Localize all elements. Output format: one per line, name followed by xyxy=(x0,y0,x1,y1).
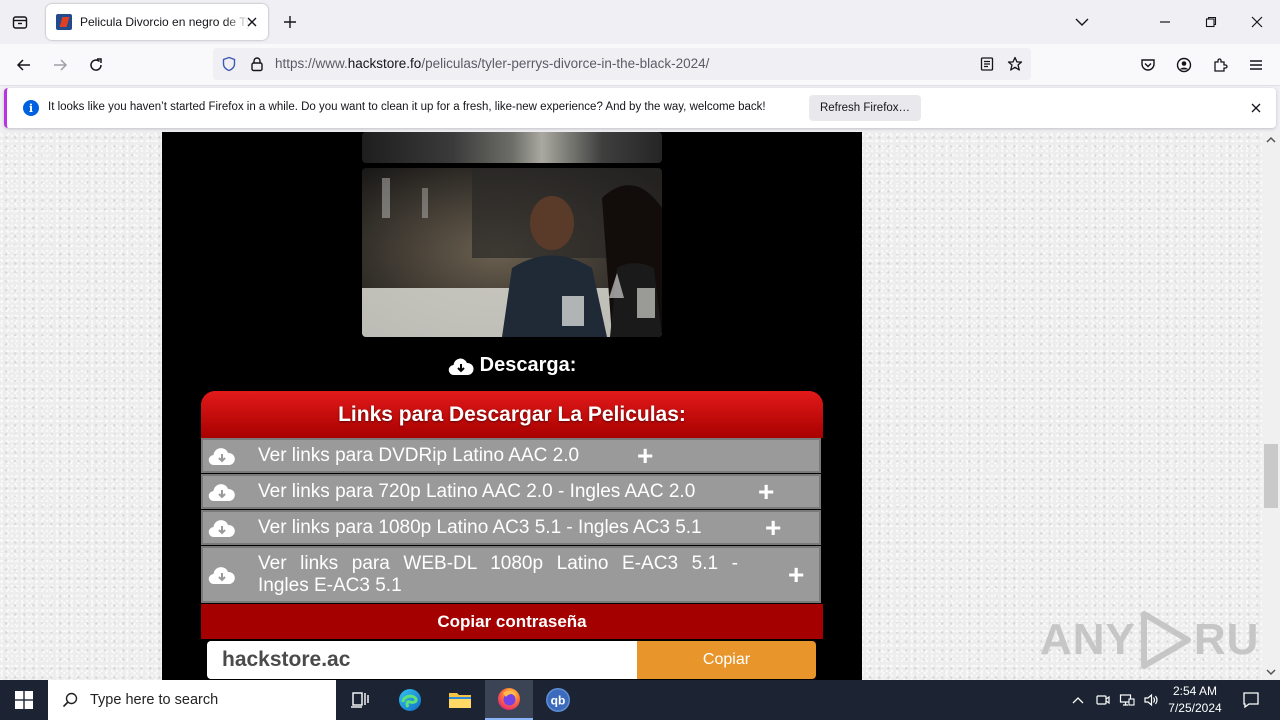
expand-plus-icon[interactable]: + xyxy=(758,478,774,506)
url-bar[interactable]: https://www.hackstore.fo/peliculas/tyler… xyxy=(213,48,1031,80)
close-window-icon[interactable] xyxy=(1234,0,1280,44)
network-icon[interactable] xyxy=(1117,690,1137,710)
minimize-window-icon[interactable] xyxy=(1142,0,1188,44)
url-text[interactable]: https://www.hackstore.fo/peliculas/tyler… xyxy=(275,56,709,71)
windows-start-icon[interactable] xyxy=(0,680,48,720)
expand-plus-icon[interactable]: + xyxy=(637,442,653,470)
notification-message: It looks like you haven’t started Firefo… xyxy=(48,101,766,113)
anyrun-watermark: ANY RUN xyxy=(1040,610,1262,670)
cloud-download-icon xyxy=(448,358,474,375)
search-placeholder: Type here to search xyxy=(90,692,219,708)
copy-button[interactable]: Copiar xyxy=(637,641,816,679)
password-field[interactable]: hackstore.ac xyxy=(207,641,637,679)
edge-browser-icon[interactable] xyxy=(386,680,434,720)
refresh-firefox-notification: i It looks like you haven’t started Fire… xyxy=(4,88,1276,128)
close-notification-icon[interactable] xyxy=(1248,100,1264,116)
link-label: Ver links para 1080p Latino AC3 5.1 - In… xyxy=(258,517,702,538)
refresh-firefox-button[interactable]: Refresh Firefox… xyxy=(809,95,921,121)
links-title: Links para Descargar La Peliculas: xyxy=(201,391,823,438)
cloud-download-icon xyxy=(208,567,235,585)
info-icon: i xyxy=(23,100,39,116)
taskbar-search-box[interactable]: Type here to search xyxy=(48,680,336,720)
tab-strip: Pelicula Divorcio en negro de Tyler Perr… xyxy=(0,0,1280,44)
close-tab-icon[interactable] xyxy=(244,14,260,30)
pocket-icon[interactable] xyxy=(1134,51,1162,79)
task-view-icon[interactable] xyxy=(336,680,384,720)
expand-plus-icon[interactable]: + xyxy=(788,561,804,589)
qbittorrent-icon[interactable]: qb xyxy=(534,680,582,720)
scrollbar-thumb[interactable] xyxy=(1264,444,1278,508)
download-link-row-720p[interactable]: Ver links para 720p Latino AAC 2.0 - Ing… xyxy=(201,474,821,509)
download-heading: Descarga: xyxy=(162,354,862,377)
download-link-row-1080p[interactable]: Ver links para 1080p Latino AC3 5.1 - In… xyxy=(201,510,821,545)
account-icon[interactable] xyxy=(1170,51,1198,79)
svg-text:qb: qb xyxy=(551,694,566,708)
reader-view-icon[interactable] xyxy=(977,54,997,74)
cloud-download-icon xyxy=(208,448,235,466)
cloud-download-icon xyxy=(208,484,235,502)
extensions-puzzle-icon[interactable] xyxy=(1206,51,1234,79)
search-icon xyxy=(62,692,78,708)
expand-plus-icon[interactable]: + xyxy=(765,514,781,542)
link-label: Ver links para WEB-DL 1080p Latino E-AC3… xyxy=(258,553,738,574)
navigation-toolbar: https://www.hackstore.fo/peliculas/tyler… xyxy=(0,44,1280,86)
link-label: Ver links para 720p Latino AAC 2.0 - Ing… xyxy=(258,481,696,502)
download-links-box: Links para Descargar La Peliculas: Ver l… xyxy=(201,391,823,680)
clock-date: 7/25/2024 xyxy=(1168,701,1222,715)
play-triangle-icon xyxy=(1140,611,1191,669)
reload-icon[interactable] xyxy=(82,51,110,79)
browser-tab-active[interactable]: Pelicula Divorcio en negro de Tyler Perr… xyxy=(46,4,268,40)
meet-now-icon[interactable] xyxy=(1093,690,1113,710)
windows-taskbar: Type here to search qb 2:54 AM 7/25/2024 xyxy=(0,680,1280,720)
download-heading-text: Descarga: xyxy=(479,354,577,376)
new-tab-plus-icon[interactable] xyxy=(278,10,302,34)
taskbar-clock[interactable]: 2:54 AM 7/25/2024 xyxy=(1162,683,1228,717)
volume-icon[interactable] xyxy=(1141,690,1161,710)
tracking-protection-shield-icon[interactable] xyxy=(219,54,239,74)
page-scrollbar[interactable] xyxy=(1262,132,1280,680)
app-menu-hamburger-icon[interactable] xyxy=(1242,51,1270,79)
watermark-right-text: RUN xyxy=(1193,615,1262,664)
show-hidden-icons-chevron-icon[interactable] xyxy=(1068,690,1088,710)
movie-still-image-2 xyxy=(362,168,662,337)
url-domain: hackstore.fo xyxy=(347,56,422,71)
clock-time: 2:54 AM xyxy=(1172,684,1218,698)
list-all-tabs-chevron-icon[interactable] xyxy=(1070,10,1094,34)
url-prefix: https://www. xyxy=(275,56,348,71)
bookmark-star-icon[interactable] xyxy=(1005,54,1025,74)
watermark-left-text: ANY xyxy=(1040,615,1136,664)
action-center-icon[interactable] xyxy=(1232,680,1270,720)
page-viewport: Descarga: Links para Descargar La Pelicu… xyxy=(0,132,1262,680)
movie-still-image-1 xyxy=(362,132,662,163)
back-arrow-icon[interactable] xyxy=(10,51,38,79)
link-label: Ver links para DVDRip Latino AAC 2.0 xyxy=(258,445,580,466)
link-label-line2: Ingles E-AC3 5.1 xyxy=(258,575,402,596)
forward-arrow-icon[interactable] xyxy=(46,51,74,79)
firefox-taskbar-icon[interactable] xyxy=(485,680,533,720)
download-link-row-webdl[interactable]: Ver links para WEB-DL 1080p Latino E-AC3… xyxy=(201,546,821,603)
tab-title: Pelicula Divorcio en negro de Tyler Perr… xyxy=(80,15,250,29)
lock-icon[interactable] xyxy=(247,54,267,74)
url-path: /peliculas/tyler-perrys-divorce-in-the-b… xyxy=(421,56,710,71)
scroll-up-arrow-icon[interactable] xyxy=(1266,136,1276,144)
site-favicon-icon xyxy=(56,14,72,30)
firefox-view-icon[interactable] xyxy=(8,10,32,34)
cloud-download-icon xyxy=(208,520,235,538)
file-explorer-icon[interactable] xyxy=(436,680,484,720)
download-link-row-dvdrip[interactable]: Ver links para DVDRip Latino AAC 2.0 + xyxy=(201,438,821,473)
content-column: Descarga: Links para Descargar La Pelicu… xyxy=(162,132,862,680)
copy-password-header: Copiar contraseña xyxy=(201,604,823,639)
restore-window-icon[interactable] xyxy=(1188,0,1234,44)
scroll-down-arrow-icon[interactable] xyxy=(1266,668,1276,676)
